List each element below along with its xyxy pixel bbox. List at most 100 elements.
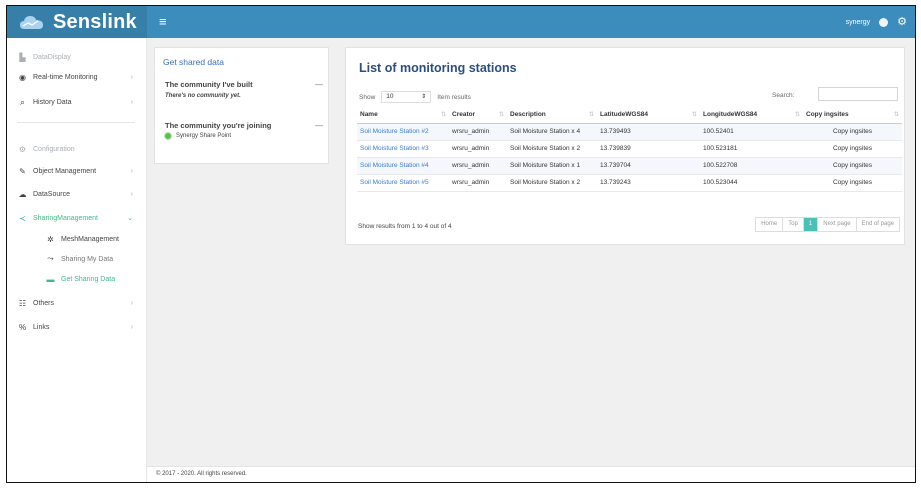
collapse-icon[interactable]: — [315,121,323,130]
logo-text: Senslink [53,10,137,33]
sidebar-item-configuration[interactable]: ⚙ Configuration [17,142,141,156]
pager-end-button[interactable]: End of page [857,218,899,231]
chevron-right-icon: › [130,98,133,106]
eye-icon: ◉ [19,72,26,82]
logo[interactable]: Senslink [7,6,147,38]
longitude-cell: 100.52401 [700,123,803,141]
wrench-icon: ✎ [19,166,26,176]
table-row: Soil Moisture Station #5 wrsru_admin Soi… [357,174,902,192]
copyright-text: © 2017 - 2020. All rights reserved. [156,471,247,477]
page-title: List of monitoring stations [359,61,517,75]
station-name-link[interactable]: Soil Moisture Station #4 [357,157,449,175]
copy-cell: Copy ingsites [803,123,902,141]
longitude-cell: 100.522708 [700,157,803,175]
search-label: Search: [772,92,795,99]
search-icon: ⌕ [19,96,26,107]
pager-top-button[interactable]: Top [783,218,804,231]
sidebar-item-datasource[interactable]: ☁ DataSource › [17,187,141,201]
sidebar-item-links[interactable]: % Links › [17,320,141,334]
page-size-control: Show 10 ⇕ Item results [359,91,471,103]
copy-ingsites-button[interactable]: Copy ingsites [833,179,872,186]
settings-icon: ⚙ [18,144,27,154]
column-header-longitude[interactable]: LongitudeWGS84 ⇅ [700,107,803,124]
latitude-cell: 13.739839 [597,140,700,158]
copy-cell: Copy ingsites [803,174,902,192]
page-size-select[interactable]: 10 ⇕ [381,91,432,103]
collapse-icon[interactable]: — [315,80,323,89]
copy-ingsites-button[interactable]: Copy ingsites [833,145,872,152]
cloud-icon: ☁ [18,189,27,199]
app-window: Senslink ≡ synergy ⚙ ▙ DataDisplay ◉ Real-… [6,5,916,483]
latitude-cell: 13.739493 [597,123,700,141]
built-community-section: The community I've built — There's no co… [165,80,323,99]
description-cell: Soil Moisture Station x 1 [507,157,597,175]
sidebar: ▙ DataDisplay ◉ Real-time Monitoring › ⌕ His… [7,38,147,482]
creator-cell: wrsru_admin [449,140,507,158]
description-cell: Soil Moisture Station x 4 [507,123,597,141]
built-community-empty: There's no community yet. [165,93,241,99]
pagination: Home Top 1 Next page End of page [755,217,900,232]
station-name-link[interactable]: Soil Moisture Station #2 [357,123,449,141]
sidebar-item-others[interactable]: ☷ Others › [17,296,141,310]
table-row: Soil Moisture Station #4 wrsru_admin Soi… [357,157,902,175]
status-dot-icon [165,133,171,139]
chevron-right-icon: › [130,167,133,175]
copy-ingsites-button[interactable]: Copy ingsites [833,128,872,135]
user-name[interactable]: synergy [846,19,871,26]
user-area: synergy ⚙ [846,6,907,38]
sidebar-item-mesh-management[interactable]: ✲ MeshManagement [45,232,145,246]
sort-icon: ⇅ [794,112,800,118]
sidebar-item-get-sharing-data[interactable]: ▬ Get Sharing Data [45,272,145,286]
share-out-icon: ⤳ [47,254,54,263]
network-icon: ✲ [47,234,54,244]
chevron-right-icon: › [130,323,133,331]
sort-icon: ⇅ [893,112,899,118]
latitude-cell: 13.739704 [597,157,700,175]
shared-data-title: Get shared data [163,57,224,67]
pager-page-1-button[interactable]: 1 [803,218,819,231]
column-header-copy[interactable]: Copy ingsites ⇅ [803,107,902,124]
column-header-creator[interactable]: Creator ⇅ [449,107,507,124]
description-cell: Soil Moisture Station x 2 [507,140,597,158]
pager-home-button[interactable]: Home [756,218,784,231]
table-row: Soil Moisture Station #2 wrsru_admin Soi… [357,123,902,141]
sidebar-item-sharing-my-data[interactable]: ⤳ Sharing My Data [45,252,145,266]
pager-next-button[interactable]: Next page [818,218,857,231]
results-info: Show results from 1 to 4 out of 4 [358,223,452,230]
avatar-icon[interactable] [879,17,889,27]
stations-table: Name ⇅ Creator ⇅ Description ⇅ LatitudeWGS8… [357,107,902,192]
joining-community-section: The community you're joining — Synergy S… [165,121,323,139]
search-input[interactable] [818,87,898,101]
sort-icon: ⇅ [440,112,446,118]
column-header-name[interactable]: Name ⇅ [357,107,449,124]
column-header-latitude[interactable]: LatitudeWGS84 ⇅ [597,107,700,124]
sidebar-item-datadisplay[interactable]: ▙ DataDisplay [17,50,141,64]
chevron-right-icon: › [130,299,133,307]
main-content: Get shared data The community I've built… [147,38,915,482]
column-header-description[interactable]: Description ⇅ [507,107,597,124]
station-name-link[interactable]: Soil Moisture Station #3 [357,140,449,158]
link-icon: % [18,322,27,332]
sidebar-item-object-management[interactable]: ✎ Object Management › [17,164,141,178]
built-community-title: The community I've built [165,80,253,89]
share-icon: ≺ [19,213,26,223]
chevron-right-icon: › [130,190,133,198]
copy-ingsites-button[interactable]: Copy ingsites [833,162,872,169]
joined-community-item[interactable]: Synergy Share Point [165,133,323,139]
hamburger-icon[interactable]: ≡ [159,15,167,28]
copy-cell: Copy ingsites [803,140,902,158]
sidebar-item-sharing-management[interactable]: ≺ SharingManagement ⌄ [17,211,141,225]
longitude-cell: 100.523181 [700,140,803,158]
sidebar-item-history-data[interactable]: ⌕ History Data › [17,95,141,109]
creator-cell: wrsru_admin [449,123,507,141]
shared-data-panel: Get shared data The community I've built… [154,47,329,164]
joining-community-title: The community you're joining [165,121,272,130]
copy-cell: Copy ingsites [803,157,902,175]
sidebar-item-realtime-monitoring[interactable]: ◉ Real-time Monitoring › [17,70,141,84]
longitude-cell: 100.523044 [700,174,803,192]
logo-cloud-icon [19,12,45,32]
station-name-link[interactable]: Soil Moisture Station #5 [357,174,449,192]
gear-icon[interactable]: ⚙ [897,16,907,28]
sidebar-divider [17,122,135,123]
updown-icon: ⇕ [421,94,427,100]
